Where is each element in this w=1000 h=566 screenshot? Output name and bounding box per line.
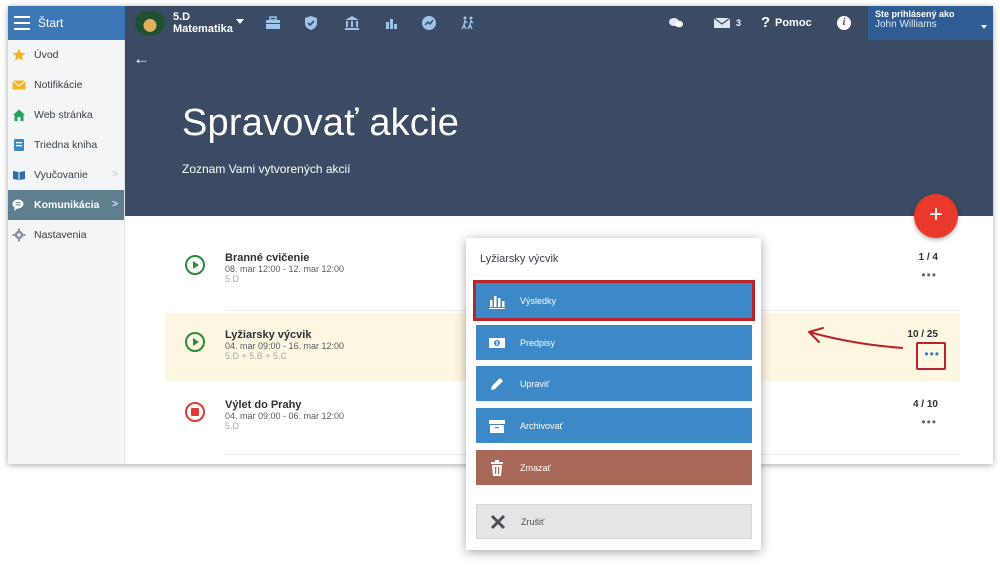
bar-chart-icon xyxy=(489,295,505,309)
class-book-icon xyxy=(14,139,24,151)
regulations-button[interactable]: Predpisy xyxy=(476,325,752,360)
chat-bubbles-icon[interactable] xyxy=(668,15,684,31)
gear-icon xyxy=(12,228,26,242)
sidebar-item-vyucovanie[interactable]: Vyučovanie > xyxy=(8,160,124,190)
play-status-icon xyxy=(185,332,205,352)
sidebar-item-label: Web stránka xyxy=(34,109,93,121)
help-icon[interactable]: ? xyxy=(761,14,770,31)
sidebar-item-notifikacie[interactable]: Notifikácie xyxy=(8,70,124,100)
sidebar-item-komunikacia[interactable]: Komunikácia > xyxy=(8,190,124,220)
event-count: 1 / 4 xyxy=(918,252,938,263)
delete-button[interactable]: Zmazať xyxy=(476,450,752,485)
star-icon xyxy=(12,48,26,61)
results-button[interactable]: Výsledky xyxy=(473,280,755,321)
hamburger-menu-icon xyxy=(14,16,30,30)
sidebar: Úvod Notifikácie Web stránka Triedna kni… xyxy=(8,40,125,464)
sidebar-item-label: Triedna kniha xyxy=(34,139,98,151)
more-options-icon[interactable]: ••• xyxy=(921,415,937,429)
help-button[interactable]: Pomoc xyxy=(775,17,812,29)
start-label: Štart xyxy=(38,16,64,30)
page-header: ← Spravovať akcie Zoznam Vami vytvorenýc… xyxy=(125,40,993,216)
sidebar-item-uvod[interactable]: Úvod xyxy=(8,40,124,70)
shield-icon[interactable] xyxy=(303,15,319,31)
play-status-icon xyxy=(185,255,205,275)
top-bar: Štart 5.D Matematika 3 ? Pomoc i Ste pri… xyxy=(8,6,993,40)
close-icon xyxy=(490,514,506,529)
event-date: 04. mar 09:00 - 06. mar 12:00 xyxy=(225,411,345,421)
trash-icon xyxy=(491,459,503,476)
sidebar-item-label: Notifikácie xyxy=(34,79,83,91)
event-classes: 5.D + 5.B + 5.C xyxy=(225,351,288,361)
sidebar-item-triedna-kniha[interactable]: Triedna kniha xyxy=(8,130,124,160)
sidebar-item-web-stranka[interactable]: Web stránka xyxy=(8,100,124,130)
action-label: Zmazať xyxy=(520,462,551,473)
event-name: Výlet do Prahy xyxy=(225,399,302,411)
logged-in-label: Ste prihlásený ako xyxy=(875,9,955,19)
user-dropdown-icon xyxy=(981,25,987,29)
sidebar-item-nastavenia[interactable]: Nastavenia xyxy=(8,220,124,250)
sidebar-item-label: Nastavenia xyxy=(34,229,87,241)
sidebar-item-label: Úvod xyxy=(34,49,59,61)
more-options-icon[interactable]: ••• xyxy=(921,268,937,282)
chevron-right-icon: > xyxy=(112,169,118,180)
sidebar-item-label: Komunikácia xyxy=(34,199,100,211)
edit-button[interactable]: Upraviť xyxy=(476,366,752,401)
envelope-icon xyxy=(12,80,26,90)
event-date: 08. mar 12:00 - 12. mar 12:00 xyxy=(225,264,345,274)
info-icon[interactable]: i xyxy=(837,16,851,30)
briefcase-icon[interactable] xyxy=(265,15,281,31)
page-subtitle: Zoznam Vami vytvorených akcií xyxy=(182,162,351,176)
event-name: Branné cvičenie xyxy=(225,252,310,264)
action-label: Výsledky xyxy=(520,295,557,306)
more-options-icon[interactable]: ••• xyxy=(924,347,940,361)
event-date: 04. mar 09:00 - 16. mar 12:00 xyxy=(225,341,345,351)
start-menu-button[interactable]: Štart xyxy=(8,6,125,40)
walking-people-icon[interactable] xyxy=(460,15,476,31)
class-dropdown-icon[interactable] xyxy=(236,19,244,24)
action-label: Upraviť xyxy=(520,378,550,389)
event-classes: 5.D xyxy=(225,274,240,284)
class-subject: Matematika xyxy=(173,23,233,35)
add-event-button[interactable]: + xyxy=(914,194,958,238)
user-name: John Williams xyxy=(875,19,937,30)
event-count: 4 / 10 xyxy=(912,399,938,410)
archive-button[interactable]: Archivovať xyxy=(476,408,752,443)
action-sheet-title: Lyžiarsky výcvik xyxy=(480,253,559,265)
bar-chart-icon[interactable] xyxy=(383,15,399,31)
class-selector[interactable]: 5.D Matematika xyxy=(173,11,233,35)
home-icon xyxy=(13,109,25,121)
sidebar-item-label: Vyučovanie xyxy=(34,169,88,181)
chevron-right-icon: > xyxy=(112,199,118,210)
chart-circle-icon[interactable] xyxy=(421,15,437,31)
action-label: Archivovať xyxy=(520,420,563,431)
class-name: 5.D xyxy=(173,11,191,23)
annotation-arrow-icon xyxy=(808,327,904,349)
mail-icon[interactable] xyxy=(713,15,731,31)
pencil-icon xyxy=(491,377,503,390)
open-book-icon xyxy=(13,171,25,180)
event-classes: 5.D xyxy=(225,421,240,431)
action-label: Predpisy xyxy=(520,337,556,348)
event-name: Lyžiarsky výcvik xyxy=(225,329,312,341)
institution-icon[interactable] xyxy=(344,15,360,31)
money-icon xyxy=(489,337,505,348)
back-arrow-icon[interactable]: ← xyxy=(133,49,150,69)
archive-icon xyxy=(489,419,505,433)
chat-icon xyxy=(12,199,24,211)
cancel-button[interactable]: Zrušiť xyxy=(476,504,752,539)
action-label: Zrušiť xyxy=(521,516,545,527)
page-title: Spravovať akcie xyxy=(182,102,460,144)
action-sheet: Lyžiarsky výcvik Výsledky Predpisy Uprav… xyxy=(466,238,761,550)
stop-status-icon xyxy=(185,402,205,422)
class-avatar[interactable] xyxy=(135,11,165,35)
user-menu[interactable]: Ste prihlásený ako John Williams xyxy=(868,6,993,40)
messages-count-badge: 3 xyxy=(736,18,742,28)
